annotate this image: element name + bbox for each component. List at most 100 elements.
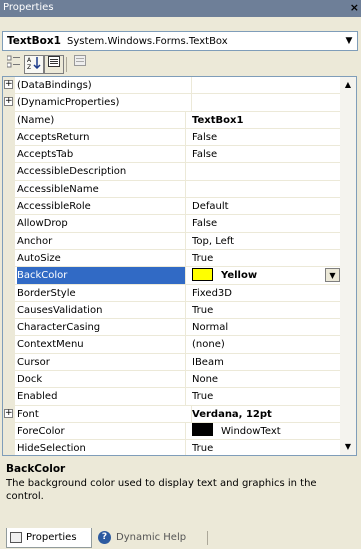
property-row[interactable]: Cursor IBeam: [3, 353, 342, 372]
property-row[interactable]: ForeColor WindowText: [3, 422, 342, 441]
property-value[interactable]: None: [192, 371, 342, 387]
property-row[interactable]: BorderStyle Fixed3D: [3, 284, 342, 302]
dropdown-button[interactable]: ▼: [325, 268, 340, 283]
property-row[interactable]: AcceptsTab False: [3, 146, 342, 164]
property-value[interactable]: [192, 181, 342, 197]
property-value[interactable]: [192, 94, 342, 110]
property-name: Cursor: [17, 353, 186, 371]
property-row[interactable]: CausesValidation True: [3, 301, 342, 320]
toolbar-separator: [66, 57, 67, 72]
property-value-text: Default: [192, 201, 229, 213]
property-name: AcceptsTab: [17, 146, 186, 163]
window-titlebar: Properties ×: [0, 0, 361, 17]
tab-label: Properties: [26, 532, 77, 543]
property-value-text: None: [192, 374, 219, 386]
property-row[interactable]: AccessibleName: [3, 180, 342, 199]
property-value[interactable]: Fixed3D: [192, 285, 342, 301]
property-name: AccessibleName: [17, 180, 186, 198]
property-row[interactable]: HideSelection True: [3, 440, 342, 455]
property-value[interactable]: True: [192, 250, 342, 266]
tab-separator: [207, 531, 208, 545]
property-value[interactable]: True: [192, 440, 342, 455]
property-name: Enabled: [17, 388, 186, 405]
property-row[interactable]: AccessibleRole Default: [3, 198, 342, 216]
properties-icon: [48, 56, 60, 67]
color-swatch: [192, 267, 213, 281]
row-gutter: [3, 336, 15, 353]
scroll-down-icon[interactable]: ▼: [341, 440, 355, 454]
object-selector[interactable]: TextBox1 System.Windows.Forms.TextBox ▼: [2, 31, 358, 51]
property-value-text: Top, Left: [192, 235, 235, 247]
property-value[interactable]: Top, Left: [192, 233, 342, 249]
row-gutter: [3, 232, 15, 249]
property-row[interactable]: + (DataBindings): [3, 77, 342, 95]
property-value[interactable]: True: [192, 388, 342, 404]
row-gutter: [3, 422, 15, 440]
row-gutter: [3, 388, 15, 405]
property-value[interactable]: (none): [192, 336, 342, 352]
property-name: ContextMenu: [17, 336, 186, 353]
property-value[interactable]: WindowText: [192, 423, 342, 439]
property-name: AllowDrop: [17, 215, 186, 232]
property-name: AccessibleDescription: [17, 163, 186, 180]
property-value[interactable]: Verdana, 12pt: [192, 406, 342, 422]
property-row[interactable]: AutoSize True: [3, 249, 342, 268]
property-value-text: True: [192, 443, 214, 455]
property-row[interactable]: + Font Verdana, 12pt: [3, 405, 342, 423]
scroll-up-icon[interactable]: ▲: [341, 78, 355, 92]
property-name: CausesValidation: [17, 301, 186, 319]
expand-icon[interactable]: +: [4, 80, 13, 89]
property-row[interactable]: BackColor Yellow ▼: [3, 267, 342, 285]
property-name: Anchor: [17, 232, 186, 249]
property-row[interactable]: + (DynamicProperties): [3, 94, 342, 112]
expand-icon[interactable]: +: [4, 97, 13, 107]
expand-icon[interactable]: +: [4, 408, 13, 418]
properties-button[interactable]: [44, 55, 64, 74]
property-name: (Name): [17, 111, 186, 128]
row-gutter: [3, 128, 15, 146]
property-row[interactable]: AccessibleDescription: [3, 163, 342, 181]
property-value[interactable]: Default: [192, 198, 342, 214]
property-value-text: Fixed3D: [192, 287, 232, 299]
property-pages-button[interactable]: [70, 55, 90, 74]
row-gutter: [3, 111, 15, 128]
property-name: AutoSize: [17, 249, 186, 267]
description-panel: BackColor The background color used to d…: [2, 458, 357, 526]
tab-dynamic-help[interactable]: ? Dynamic Help: [98, 528, 186, 548]
property-name: BackColor: [17, 267, 186, 284]
tab-properties[interactable]: Properties: [6, 528, 92, 548]
close-icon[interactable]: ×: [350, 1, 359, 14]
categorized-button[interactable]: [4, 55, 24, 74]
row-gutter: [3, 146, 15, 163]
property-value[interactable]: False: [192, 215, 342, 231]
vertical-scrollbar[interactable]: ▲ ▼: [340, 77, 356, 455]
property-row[interactable]: Dock None: [3, 371, 342, 389]
property-row[interactable]: CharacterCasing Normal: [3, 319, 342, 337]
property-value[interactable]: [192, 77, 342, 93]
property-row[interactable]: Anchor Top, Left: [3, 232, 342, 250]
chevron-down-icon[interactable]: ▼: [342, 33, 356, 49]
property-rows: + (DataBindings) + (DynamicProperties) (Name…: [3, 77, 342, 455]
alphabetical-button[interactable]: A Z: [24, 55, 44, 74]
row-gutter: [3, 267, 15, 284]
property-row[interactable]: Enabled True: [3, 388, 342, 406]
property-value[interactable]: TextBox1: [192, 112, 342, 128]
property-value[interactable]: Normal: [192, 319, 342, 335]
row-gutter: [3, 249, 15, 267]
property-value[interactable]: IBeam: [192, 354, 342, 370]
property-value-text: (none): [192, 339, 225, 351]
property-name: AccessibleRole: [17, 198, 186, 215]
property-value-text: Verdana, 12pt: [192, 408, 272, 420]
property-row[interactable]: AllowDrop False: [3, 215, 342, 233]
property-value[interactable]: Yellow: [192, 267, 342, 283]
property-value[interactable]: [192, 163, 342, 179]
property-value[interactable]: False: [192, 146, 342, 162]
property-row[interactable]: ContextMenu (none): [3, 336, 342, 354]
property-value[interactable]: True: [192, 302, 342, 318]
property-value-text: False: [192, 131, 218, 143]
property-row[interactable]: (Name) TextBox1: [3, 111, 342, 129]
row-gutter: [3, 301, 15, 319]
properties-toolbar: A Z: [2, 53, 358, 75]
property-row[interactable]: AcceptsReturn False: [3, 128, 342, 147]
property-value[interactable]: False: [192, 129, 342, 145]
